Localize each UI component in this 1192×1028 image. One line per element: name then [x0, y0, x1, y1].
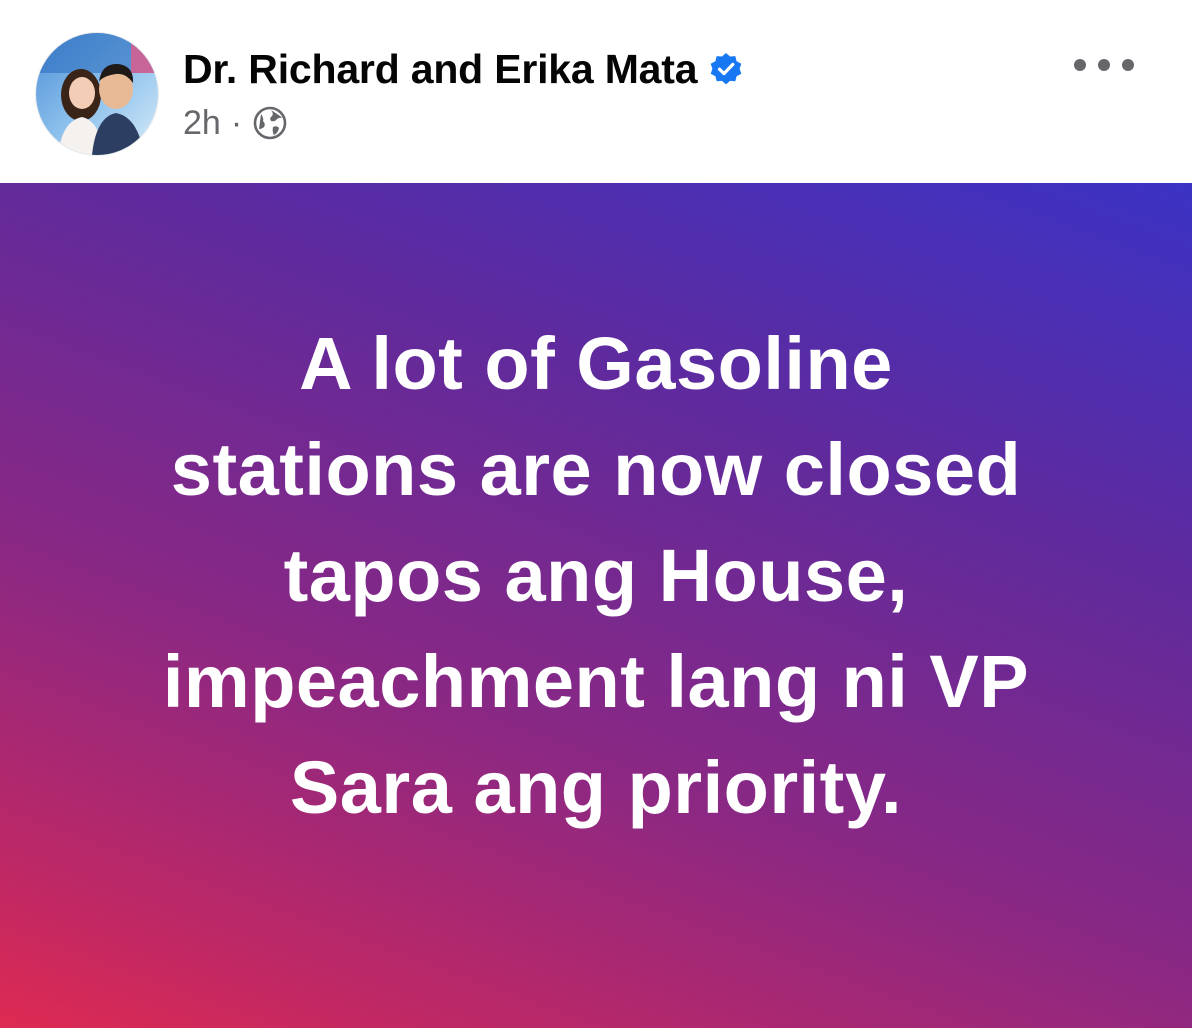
post-timestamp[interactable]: 2h [183, 104, 221, 143]
facebook-post: Dr. Richard and Erika Mata 2h · A lot of… [0, 0, 1192, 1028]
post-text: A lot of Gasoline stations are now close… [46, 311, 1146, 841]
post-text-line: stations are now closed [170, 427, 1022, 511]
verified-badge-icon [709, 52, 743, 86]
more-dot [1122, 59, 1134, 71]
post-header: Dr. Richard and Erika Mata 2h · [0, 0, 1192, 183]
more-dot [1098, 59, 1110, 71]
more-dot [1074, 59, 1086, 71]
author-avatar[interactable] [36, 33, 158, 155]
author-name[interactable]: Dr. Richard and Erika Mata [183, 46, 698, 93]
post-background: A lot of Gasoline stations are now close… [0, 183, 1192, 1028]
globe-icon[interactable] [252, 105, 288, 141]
post-text-line: A lot of Gasoline [299, 321, 893, 405]
post-text-line: Sara ang priority. [289, 745, 903, 829]
more-options-icon[interactable] [1074, 48, 1134, 82]
post-text-line: impeachment lang ni VP [162, 639, 1030, 723]
post-text-line: tapos ang House, [283, 533, 909, 617]
post-meta: 2h · [183, 101, 288, 145]
avatar-photo [36, 33, 158, 155]
meta-separator: · [230, 103, 243, 142]
author-row: Dr. Richard and Erika Mata [183, 44, 743, 94]
